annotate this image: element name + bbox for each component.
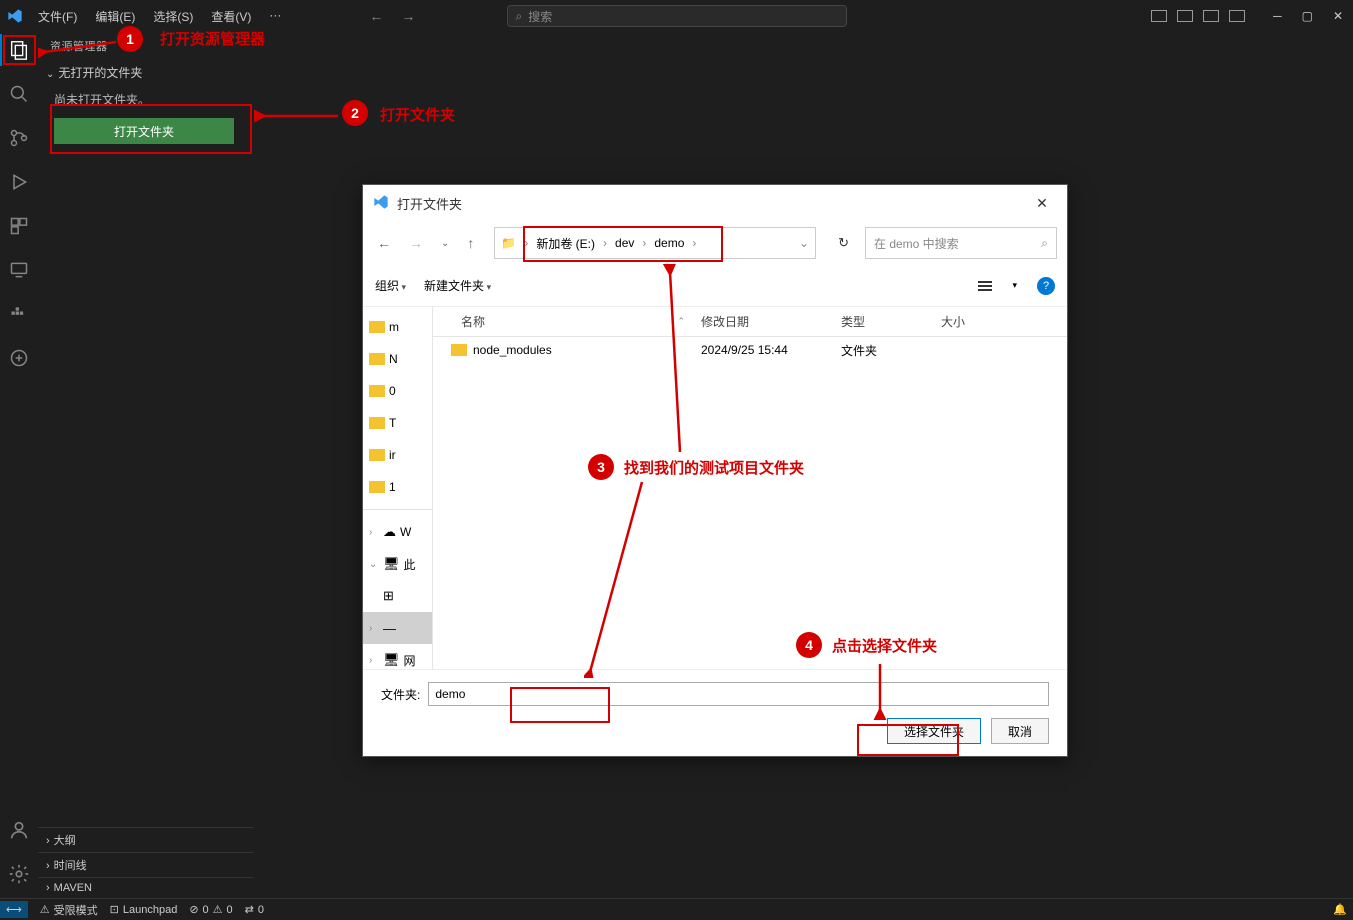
status-ports[interactable]: ⇄0: [245, 903, 264, 916]
extensions-icon[interactable]: [7, 214, 31, 238]
explorer-header: 资源管理器: [38, 32, 253, 60]
folder-label: 文件夹:: [381, 686, 420, 703]
status-problems[interactable]: ⊘0⚠0: [189, 903, 232, 916]
search-placeholder: 搜索: [528, 8, 552, 25]
dialog-back-icon[interactable]: ←: [373, 231, 395, 255]
select-folder-button[interactable]: 选择文件夹: [887, 718, 981, 744]
folder-name-input[interactable]: [428, 682, 1049, 706]
cancel-button[interactable]: 取消: [991, 718, 1049, 744]
drive-icon: 📁: [501, 236, 516, 250]
section-timeline[interactable]: 时间线: [38, 852, 253, 877]
dialog-forward-icon[interactable]: →: [405, 231, 427, 255]
dialog-search-input[interactable]: 在 demo 中搜索 ⌕: [865, 227, 1057, 259]
nav-arrows: ← →: [369, 8, 415, 24]
col-name[interactable]: 名称: [461, 313, 485, 330]
col-date[interactable]: 修改日期: [693, 313, 833, 330]
open-folder-dialog: 打开文件夹 ✕ ← → ⌄ ↑ 📁 › 新加卷 (E:) › dev › dem…: [362, 184, 1068, 757]
col-size[interactable]: 大小: [933, 313, 1013, 330]
menu-view[interactable]: 查看(V): [203, 4, 259, 29]
explorer-icon[interactable]: [7, 38, 31, 62]
status-launchpad[interactable]: ⊡Launchpad: [110, 903, 178, 916]
tree-item[interactable]: ›—: [363, 612, 432, 644]
tree-item[interactable]: m: [363, 311, 432, 343]
col-type[interactable]: 类型: [833, 313, 933, 330]
search-icon: ⌕: [516, 9, 523, 24]
maximize-icon[interactable]: ▢: [1302, 9, 1313, 23]
organize-button[interactable]: 组织: [375, 277, 406, 294]
dialog-recent-icon[interactable]: ⌄: [437, 234, 453, 253]
dialog-refresh-icon[interactable]: ↻: [832, 231, 855, 255]
dialog-tree: m N 0 T ir 1 ›☁W ⌄🖥此 ⊞ ›— ›🖥网: [363, 307, 433, 669]
vscode-logo-icon: [0, 8, 30, 24]
nav-forward-icon[interactable]: →: [401, 8, 415, 24]
layout-panel-icon[interactable]: [1177, 10, 1193, 22]
search-activity-icon[interactable]: [7, 82, 31, 106]
dialog-file-list: 名称 ⌃ 修改日期 类型 大小 node_modules 2024/9/25 15…: [433, 307, 1067, 669]
tree-item[interactable]: ›🖥网: [363, 644, 432, 669]
command-center[interactable]: ⌕ 搜索: [507, 5, 847, 27]
menu-more[interactable]: ···: [261, 4, 289, 29]
tree-item[interactable]: T: [363, 407, 432, 439]
dialog-close-icon[interactable]: ✕: [1027, 195, 1057, 212]
database-icon[interactable]: [7, 346, 31, 370]
breadcrumb-item[interactable]: dev: [611, 236, 638, 250]
breadcrumb-item[interactable]: 新加卷 (E:): [532, 235, 599, 252]
sidebar-explorer: 资源管理器 无打开的文件夹 尚未打开文件夹。 打开文件夹 大纲 时间线 MAVE…: [38, 32, 253, 898]
nav-back-icon[interactable]: ←: [369, 8, 383, 24]
remote-explorer-icon[interactable]: [7, 258, 31, 282]
new-folder-button[interactable]: 新建文件夹: [424, 277, 491, 294]
status-bar: ⟷ ⚠受限模式 ⊡Launchpad ⊘0⚠0 ⇄0 🔔: [0, 898, 1353, 920]
view-dropdown-icon[interactable]: ▾: [1012, 280, 1017, 291]
tree-item[interactable]: ›☁W: [363, 516, 432, 548]
dialog-up-icon[interactable]: ↑: [463, 231, 478, 255]
docker-icon[interactable]: [7, 302, 31, 326]
layout-controls: [1151, 10, 1245, 22]
dialog-breadcrumb[interactable]: 📁 › 新加卷 (E:) › dev › demo › ⌄: [494, 227, 816, 259]
no-folder-section-title[interactable]: 无打开的文件夹: [38, 60, 253, 85]
menu-selection[interactable]: 选择(S): [145, 4, 201, 29]
status-restricted[interactable]: ⚠受限模式: [40, 902, 98, 918]
help-icon[interactable]: ?: [1037, 277, 1055, 295]
layout-secondary-sidebar-icon[interactable]: [1203, 10, 1219, 22]
run-debug-icon[interactable]: [7, 170, 31, 194]
accounts-icon[interactable]: [7, 818, 31, 842]
section-outline[interactable]: 大纲: [38, 827, 253, 852]
window-controls: ─ ▢ ✕: [1273, 9, 1343, 23]
layout-primary-sidebar-icon[interactable]: [1151, 10, 1167, 22]
title-bar: 文件(F) 编辑(E) 选择(S) 查看(V) ··· ← → ⌕ 搜索 ─ ▢…: [0, 0, 1353, 32]
menu-file[interactable]: 文件(F): [30, 4, 85, 29]
breadcrumb-item[interactable]: demo: [650, 236, 688, 250]
tree-item[interactable]: ⊞: [363, 580, 432, 612]
tree-item[interactable]: ⌄🖥此: [363, 548, 432, 580]
close-icon[interactable]: ✕: [1333, 9, 1343, 23]
search-icon: ⌕: [1041, 236, 1048, 251]
menu-bar: 文件(F) 编辑(E) 选择(S) 查看(V) ···: [30, 4, 289, 29]
tree-item[interactable]: ir: [363, 439, 432, 471]
open-folder-button[interactable]: 打开文件夹: [54, 118, 234, 144]
tree-item[interactable]: N: [363, 343, 432, 375]
tree-item[interactable]: 0: [363, 375, 432, 407]
layout-customize-icon[interactable]: [1229, 10, 1245, 22]
folder-icon: [451, 344, 467, 356]
minimize-icon[interactable]: ─: [1273, 9, 1282, 23]
remote-indicator[interactable]: ⟷: [0, 901, 28, 918]
status-notifications[interactable]: 🔔: [1333, 903, 1347, 916]
tree-item[interactable]: 1: [363, 471, 432, 503]
dialog-title: 打开文件夹: [397, 194, 462, 213]
file-row[interactable]: node_modules 2024/9/25 15:44 文件夹: [433, 337, 1067, 363]
settings-icon[interactable]: [7, 862, 31, 886]
sort-icon: ⌃: [677, 316, 685, 327]
breadcrumb-dropdown-icon[interactable]: ⌄: [799, 236, 809, 250]
view-options-icon[interactable]: [978, 281, 992, 291]
vscode-dialog-icon: [373, 194, 389, 213]
no-folder-message: 尚未打开文件夹。: [54, 91, 237, 108]
menu-edit[interactable]: 编辑(E): [87, 4, 143, 29]
source-control-icon[interactable]: [7, 126, 31, 150]
activity-bar: [0, 32, 38, 898]
section-maven[interactable]: MAVEN: [38, 877, 253, 898]
